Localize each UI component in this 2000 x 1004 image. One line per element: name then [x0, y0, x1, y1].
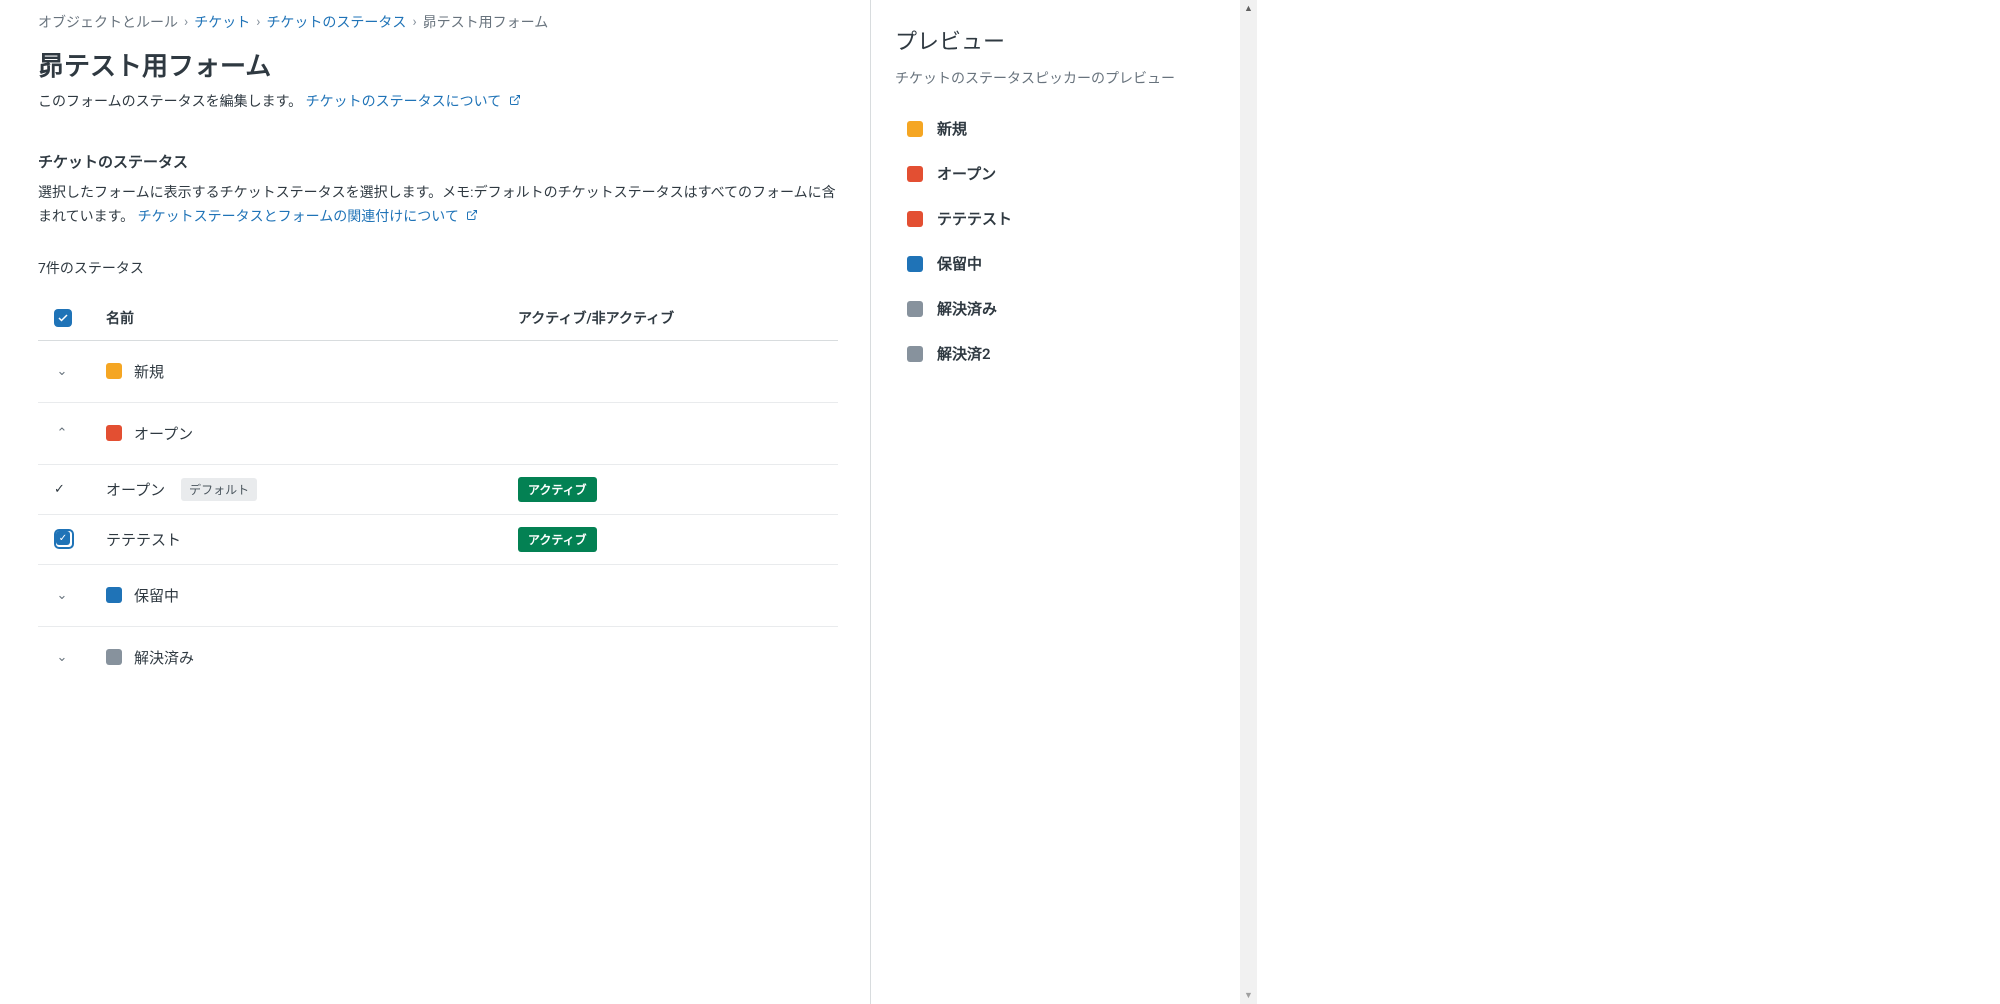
preview-item-new: 新規 [895, 106, 1212, 151]
status-color-swatch [106, 587, 122, 603]
status-item-checkbox[interactable]: ✓ [54, 529, 106, 549]
preview-item-label: 解決済2 [937, 343, 991, 364]
section-description: 選択したフォームに表示するチケットステータスを選択します。メモ:デフォルトのチケ… [38, 182, 838, 230]
status-table: 名前 アクティブ/非アクティブ ⌄ 新規 ⌃ オープン ✓ オープン [38, 296, 838, 688]
section-title-ticket-status: チケットのステータス [38, 151, 838, 172]
preview-item-label: 解決済み [937, 298, 997, 319]
select-all-checkbox[interactable] [54, 309, 106, 327]
status-group-label: 解決済み [134, 647, 194, 668]
status-count: 7件のステータス [38, 258, 838, 278]
external-link-icon [509, 94, 521, 110]
preview-item-label: オープン [937, 163, 996, 184]
status-color-swatch [106, 425, 122, 441]
status-color-swatch [106, 649, 122, 665]
default-badge: デフォルト [181, 478, 257, 501]
page-title: 昴テスト用フォーム [38, 46, 838, 83]
status-color-swatch [907, 211, 923, 227]
chevron-right-icon: › [412, 14, 416, 30]
preview-description: チケットのステータスピッカーのプレビュー [895, 68, 1212, 88]
scroll-down-icon[interactable]: ▼ [1240, 987, 1257, 1004]
status-group-open[interactable]: ⌃ オープン [38, 403, 838, 465]
table-header-row: 名前 アクティブ/非アクティブ [38, 296, 838, 341]
preview-item-label: 新規 [937, 118, 967, 139]
about-status-form-association-link-text: チケットステータスとフォームの関連付けについて [138, 209, 459, 225]
status-color-swatch [907, 121, 923, 137]
status-group-onhold[interactable]: ⌄ 保留中 [38, 565, 838, 627]
preview-item-solved2: 解決済2 [895, 331, 1212, 376]
preview-item-onhold: 保留中 [895, 241, 1212, 286]
table-header-name: 名前 [106, 308, 518, 328]
page-desc-text: このフォームのステータスを編集します。 [38, 94, 302, 110]
table-header-active: アクティブ/非アクティブ [518, 308, 838, 328]
breadcrumb-item-objects-rules[interactable]: オブジェクトとルール [38, 12, 178, 32]
status-group-solved[interactable]: ⌄ 解決済み [38, 627, 838, 688]
status-group-label: 保留中 [134, 585, 179, 606]
status-item-tetetest: ✓ テテテスト アクティブ [38, 515, 838, 565]
page-description: このフォームのステータスを編集します。 チケットのステータスについて [38, 91, 838, 111]
about-ticket-status-link-text: チケットのステータスについて [306, 94, 502, 110]
about-status-form-association-link[interactable]: チケットステータスとフォームの関連付けについて [138, 209, 479, 225]
chevron-up-icon[interactable]: ⌃ [54, 426, 70, 441]
chevron-down-icon[interactable]: ⌄ [54, 650, 70, 665]
preview-item-solved: 解決済み [895, 286, 1212, 331]
preview-item-label: 保留中 [937, 253, 982, 274]
breadcrumb-item-ticket-status[interactable]: チケットのステータス [266, 12, 406, 32]
preview-item-open: オープン [895, 151, 1212, 196]
status-group-label: 新規 [134, 361, 164, 382]
status-group-label: オープン [134, 423, 193, 444]
breadcrumb-item-tickets[interactable]: チケット [194, 12, 250, 32]
status-color-swatch [907, 301, 923, 317]
preview-sidebar: プレビュー チケットのステータスピッカーのプレビュー 新規 オープン テテテスト… [870, 0, 1240, 1004]
chevron-down-icon[interactable]: ⌄ [54, 588, 70, 603]
external-link-icon [466, 206, 478, 230]
status-color-swatch [907, 256, 923, 272]
preview-title: プレビュー [895, 24, 1212, 56]
vertical-scrollbar[interactable]: ▲ ▼ [1240, 0, 1257, 1004]
preview-item-label: テテテスト [937, 208, 1012, 229]
chevron-right-icon: › [184, 14, 188, 30]
main-content: オブジェクトとルール › チケット › チケットのステータス › 昴テスト用フォ… [0, 0, 870, 1004]
active-badge: アクティブ [518, 477, 597, 502]
check-icon: ✓ [54, 482, 65, 497]
about-ticket-status-link[interactable]: チケットのステータスについて [306, 94, 521, 110]
active-badge: アクティブ [518, 527, 597, 552]
status-group-new[interactable]: ⌄ 新規 [38, 341, 838, 403]
chevron-down-icon[interactable]: ⌄ [54, 364, 70, 379]
status-color-swatch [907, 346, 923, 362]
status-item-open-default: ✓ オープン デフォルト アクティブ [38, 465, 838, 515]
status-color-swatch [106, 363, 122, 379]
chevron-right-icon: › [256, 14, 260, 30]
status-item-label: オープン [106, 479, 165, 500]
breadcrumb-item-current: 昴テスト用フォーム [423, 12, 549, 32]
status-color-swatch [907, 166, 923, 182]
status-item-label: テテテスト [106, 529, 181, 550]
breadcrumb: オブジェクトとルール › チケット › チケットのステータス › 昴テスト用フォ… [38, 12, 838, 32]
preview-item-tetetest: テテテスト [895, 196, 1212, 241]
scroll-up-icon[interactable]: ▲ [1240, 0, 1257, 17]
